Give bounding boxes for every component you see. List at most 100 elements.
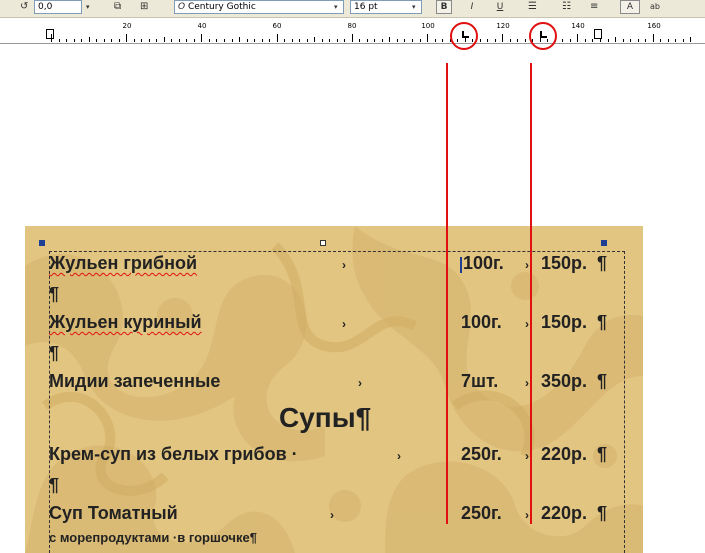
rotate-icon: ↺ (20, 1, 29, 12)
ruler-tick (329, 39, 331, 42)
selection-handle[interactable] (320, 240, 326, 246)
dish-name[interactable]: Суп Томатный (49, 503, 178, 524)
text-cursor (460, 257, 462, 273)
dish-price[interactable]: 150р. (541, 312, 587, 333)
tab-arrow: › (342, 258, 346, 272)
ruler-tick (630, 39, 631, 42)
pilcrow: ¶ (597, 312, 608, 332)
size-dropdown-icon[interactable]: ▾ (412, 1, 416, 13)
ruler-tick (148, 39, 150, 42)
dish-name[interactable]: Жульен куриный (49, 312, 202, 333)
pilcrow: ¶ (597, 253, 608, 273)
ruler-tick (600, 39, 601, 42)
ruler-tick (88, 37, 90, 42)
ruler-tick (562, 39, 564, 42)
ruler-tick (314, 37, 316, 42)
tab-arrow: › (525, 317, 529, 331)
tab-arrow: › (397, 449, 401, 463)
edit-text-button[interactable]: ab (650, 1, 660, 13)
dish-name[interactable]: Жульен грибной (49, 253, 197, 274)
ruler-tick (216, 39, 218, 42)
ruler-tick (645, 39, 647, 42)
bold-button[interactable]: B (436, 0, 452, 14)
ruler-tick (208, 39, 210, 42)
ruler-tick (66, 39, 67, 42)
tab-arrow: › (525, 508, 529, 522)
annotation-circle (450, 22, 478, 50)
ruler-tick (622, 39, 624, 42)
ruler-label: 40 (197, 22, 207, 30)
paragraph-format-icon[interactable]: ≡ (590, 1, 598, 13)
font-name-value: Century Gothic (187, 2, 256, 12)
ruler-tick (389, 37, 391, 42)
align-objects-icon[interactable]: ⧉ (114, 1, 121, 13)
bullet-list-icon[interactable]: ☷ (562, 1, 571, 13)
dish-price[interactable]: 220р. (541, 444, 587, 465)
ruler-tick (577, 34, 579, 42)
dish-description[interactable]: с морепродуктами ·в горшочке¶ (49, 530, 257, 545)
ruler-tick (133, 39, 135, 42)
dish-price[interactable]: 150р. (541, 253, 587, 274)
ruler-tick (690, 37, 692, 42)
ruler-tick (321, 39, 323, 42)
text-align-icon[interactable]: ☰ (528, 1, 537, 13)
ruler-tick (254, 39, 255, 42)
horizontal-ruler[interactable]: 20 40 60 80 100 120 140 160 (0, 18, 705, 44)
ruler-tick (126, 34, 128, 42)
ruler-tick (442, 39, 443, 42)
font-type-icon: O (178, 2, 186, 12)
ruler-tick (284, 39, 286, 42)
ruler-label: 100 (421, 22, 435, 30)
ruler-tick (344, 39, 346, 42)
distribute-objects-icon[interactable]: ⊞ (140, 1, 148, 13)
ruler-tick (269, 39, 271, 42)
ruler-tick (479, 39, 481, 42)
annotation-circle (529, 22, 557, 50)
font-name-field[interactable]: O Century Gothic (174, 0, 344, 14)
dish-quantity[interactable]: 250г. (461, 444, 502, 465)
ruler-tick (58, 39, 60, 42)
section-heading[interactable]: Супы¶ (279, 402, 371, 434)
ruler-tick (276, 34, 278, 42)
character-format-button[interactable]: A (620, 0, 640, 14)
font-dropdown-icon[interactable]: ▾ (334, 1, 338, 13)
dish-quantity[interactable]: 250г. (461, 503, 502, 524)
dish-quantity[interactable]: 7шт. (461, 371, 498, 392)
dish-name[interactable]: Мидии запеченные (49, 371, 220, 392)
ruler-tick (637, 39, 639, 42)
ruler-tick (374, 39, 376, 42)
dish-quantity[interactable]: 100г. (461, 312, 502, 333)
tab-arrow: › (330, 508, 334, 522)
selection-handle[interactable] (39, 240, 45, 246)
italic-button[interactable]: I (464, 0, 480, 14)
ruler-label: 60 (272, 22, 282, 30)
tab-arrow: › (525, 258, 529, 272)
ruler-label: 140 (571, 22, 585, 30)
ruler-tick (163, 37, 165, 42)
tab-arrow: › (525, 449, 529, 463)
dish-price[interactable]: 350р. (541, 371, 587, 392)
ruler-tick (351, 34, 353, 42)
ruler-tick (261, 39, 263, 42)
ruler-tick (509, 39, 511, 42)
dish-quantity[interactable]: 100г. (463, 253, 504, 274)
ruler-tick (141, 39, 143, 42)
pilcrow: ¶ (597, 444, 608, 464)
ruler-tick (660, 39, 662, 42)
ruler-tick (118, 39, 120, 42)
dish-price[interactable]: 220р. (541, 503, 587, 524)
ruler-tick (193, 39, 195, 42)
dish-name[interactable]: Крем-суп из белых грибов · (49, 444, 298, 465)
underline-button[interactable]: U (492, 0, 508, 14)
ruler-tick (178, 39, 180, 42)
rotation-field[interactable]: 0,0 (34, 0, 82, 14)
selection-handle[interactable] (601, 240, 607, 246)
spin-down-icon[interactable]: ▾ (86, 1, 90, 13)
left-indent-marker[interactable] (46, 29, 54, 39)
ruler-tick (652, 34, 654, 42)
right-indent-marker[interactable] (594, 29, 602, 39)
ruler-tick (381, 39, 383, 42)
ruler-tick (103, 39, 105, 42)
pilcrow: ¶ (597, 503, 608, 523)
ruler-tick (51, 34, 52, 42)
